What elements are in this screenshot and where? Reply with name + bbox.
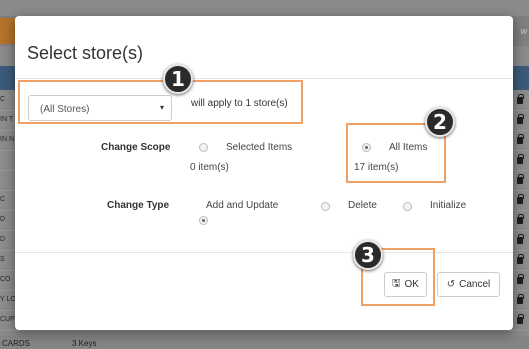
change-scope-label: Change Scope bbox=[101, 142, 171, 153]
bottom-row-name: CARDS bbox=[2, 339, 31, 348]
lock-icon bbox=[517, 94, 524, 104]
lock-icon bbox=[517, 314, 524, 324]
row-label: CUP bbox=[0, 316, 15, 323]
lock-icon bbox=[517, 294, 524, 304]
cancel-button[interactable]: ↺ Cancel bbox=[437, 272, 500, 297]
row-label: Y LO bbox=[0, 296, 16, 303]
bottom-row-value: 3 Keys bbox=[72, 339, 97, 348]
row-label: IN T bbox=[0, 116, 14, 123]
row-label: IN N bbox=[0, 136, 14, 143]
row-label: CO bbox=[0, 276, 11, 283]
lock-icon bbox=[517, 114, 524, 124]
row-label: S bbox=[0, 256, 5, 263]
selected-items-count: 0 item(s) bbox=[190, 162, 229, 173]
row-label: D bbox=[0, 216, 6, 223]
footer-divider bbox=[15, 252, 513, 253]
undo-icon: ↺ bbox=[446, 279, 456, 290]
row-label: C bbox=[0, 96, 6, 103]
lock-icon bbox=[517, 134, 524, 144]
callout-badge-1: 1 bbox=[163, 64, 193, 94]
callout-badge-3: 3 bbox=[353, 240, 383, 270]
lock-icon bbox=[517, 174, 524, 184]
highlight-box-store bbox=[18, 80, 303, 124]
delete-label: Delete bbox=[348, 200, 377, 211]
background-header-text: w bbox=[520, 26, 528, 36]
lock-icon bbox=[517, 254, 524, 264]
lock-icon bbox=[517, 154, 524, 164]
change-type-label: Change Type bbox=[107, 200, 170, 211]
lock-icon bbox=[517, 234, 524, 244]
row-label: D bbox=[0, 236, 6, 243]
lock-icon bbox=[517, 194, 524, 204]
radio-selected-items[interactable] bbox=[199, 143, 208, 152]
dialog-title: Select store(s) bbox=[27, 43, 144, 63]
cancel-button-label: Cancel bbox=[459, 279, 491, 290]
add-update-label: Add and Update bbox=[206, 200, 279, 211]
selected-items-label: Selected Items bbox=[226, 142, 293, 153]
radio-delete[interactable] bbox=[321, 202, 330, 211]
lock-icon bbox=[517, 274, 524, 284]
callout-badge-2: 2 bbox=[425, 107, 455, 137]
header-divider bbox=[15, 78, 513, 79]
radio-initialize[interactable] bbox=[403, 202, 412, 211]
radio-add-update[interactable] bbox=[199, 216, 208, 225]
initialize-label: Initialize bbox=[430, 200, 467, 211]
row-label: C bbox=[0, 196, 6, 203]
lock-icon bbox=[517, 214, 524, 224]
